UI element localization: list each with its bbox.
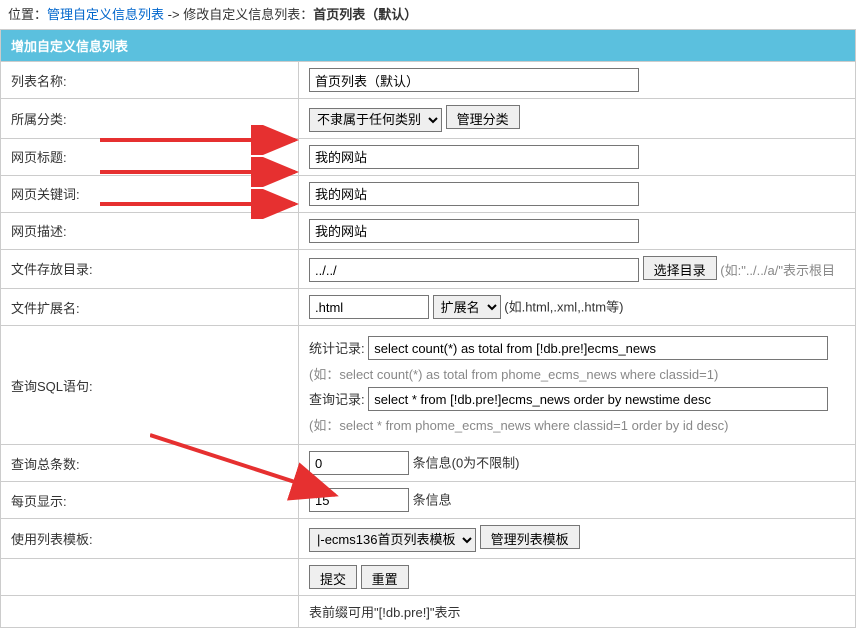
label-actions: [1, 558, 299, 595]
breadcrumb-action: 修改自定义信息列表：: [183, 7, 313, 22]
select-category[interactable]: 不隶属于任何类别: [309, 108, 442, 132]
label-template: 使用列表模板:: [1, 519, 299, 559]
footer-hint: 表前缀可用"[!db.pre!]"表示: [309, 605, 461, 620]
breadcrumb-link[interactable]: 管理自定义信息列表: [47, 7, 164, 22]
hint-file-dir: (如:"../../a/"表示根目: [720, 263, 835, 278]
breadcrumb-current: 首页列表（默认）: [313, 7, 417, 22]
hint-count-sql: (如：select count(*) as total from phome_e…: [309, 364, 845, 383]
label-count-sql: 统计记录:: [309, 338, 365, 357]
select-template[interactable]: |-ecms136首页列表模板: [309, 528, 476, 552]
input-query-sql[interactable]: [368, 387, 828, 411]
label-footer: [1, 595, 299, 627]
label-page-desc: 网页描述:: [1, 212, 299, 249]
label-page-title: 网页标题:: [1, 138, 299, 175]
select-ext[interactable]: 扩展名: [433, 295, 501, 319]
suffix-total-count: 条信息(0为不限制): [413, 456, 520, 471]
label-file-dir: 文件存放目录:: [1, 249, 299, 289]
input-file-dir[interactable]: [309, 258, 639, 282]
hint-file-ext: (如.html,.xml,.htm等): [504, 300, 623, 315]
input-page-desc[interactable]: [309, 219, 639, 243]
suffix-per-page: 条信息: [413, 493, 452, 508]
label-query-sql: 查询记录:: [309, 389, 365, 408]
input-total-count[interactable]: [309, 451, 409, 475]
breadcrumb: 位置：管理自定义信息列表 -> 修改自定义信息列表：首页列表（默认）: [0, 0, 856, 29]
breadcrumb-position: 位置：: [8, 7, 47, 22]
label-category: 所属分类:: [1, 99, 299, 139]
input-count-sql[interactable]: [368, 336, 828, 360]
label-per-page: 每页显示:: [1, 482, 299, 519]
breadcrumb-sep: ->: [164, 7, 183, 22]
input-page-title[interactable]: [309, 145, 639, 169]
input-per-page[interactable]: [309, 488, 409, 512]
label-sql: 查询SQL语句:: [1, 326, 299, 445]
input-file-ext[interactable]: [309, 295, 429, 319]
select-dir-button[interactable]: 选择目录: [643, 256, 717, 280]
reset-button[interactable]: 重置: [361, 565, 409, 589]
submit-button[interactable]: 提交: [309, 565, 357, 589]
hint-query-sql: (如：select * from phome_ecms_news where c…: [309, 415, 845, 434]
manage-category-button[interactable]: 管理分类: [446, 105, 520, 129]
label-list-name: 列表名称:: [1, 62, 299, 99]
label-file-ext: 文件扩展名:: [1, 289, 299, 326]
manage-template-button[interactable]: 管理列表模板: [480, 525, 580, 549]
label-page-keywords: 网页关键词:: [1, 175, 299, 212]
form-header: 增加自定义信息列表: [1, 30, 856, 62]
label-total-count: 查询总条数:: [1, 445, 299, 482]
input-list-name[interactable]: [309, 68, 639, 92]
input-page-keywords[interactable]: [309, 182, 639, 206]
